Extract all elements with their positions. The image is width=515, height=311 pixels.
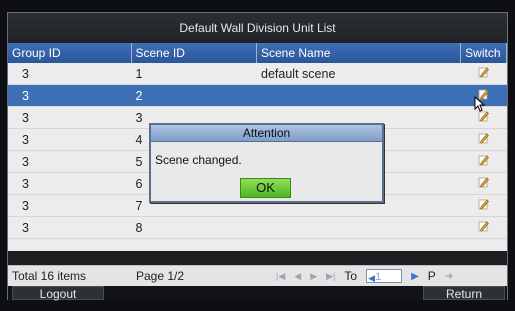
page-indicator: Page 1/2: [136, 269, 185, 283]
switch-cell: [461, 173, 507, 194]
logout-button[interactable]: Logout: [12, 286, 104, 301]
group-id-cell: 3: [22, 89, 29, 103]
switch-cell: [461, 195, 507, 216]
edit-icon[interactable]: [478, 173, 490, 195]
group-id-cell: 3: [22, 133, 29, 147]
panel-title: Default Wall Division Unit List: [8, 13, 507, 44]
switch-cell: [461, 217, 507, 238]
group-id-cell: 3: [22, 221, 29, 235]
switch-cell: [461, 63, 507, 84]
scene-name-cell: [257, 85, 461, 106]
edit-icon[interactable]: [478, 151, 490, 173]
pagination-bar: Total 16 items Page 1/2 |◀ ◀ ▶ ▶| To ◀ 1…: [8, 265, 507, 286]
column-header-scene-name: Scene Name: [257, 43, 462, 63]
scene-id-cell: 8: [135, 221, 143, 235]
pager-controls: |◀ ◀ ▶ ▶| To ◀ 1 ▶ P ➜: [276, 269, 453, 283]
next-page-icon[interactable]: ▶: [310, 271, 317, 282]
decrement-icon[interactable]: ◀: [368, 271, 375, 285]
group-id-cell: 3: [22, 199, 29, 213]
increment-icon[interactable]: ▶: [411, 271, 419, 282]
first-page-icon[interactable]: |◀: [276, 271, 285, 282]
column-header-group-id: Group ID: [8, 43, 132, 63]
dialog-message: Scene changed.: [155, 153, 242, 167]
group-id-cell: 3: [22, 111, 29, 125]
edit-icon[interactable]: [478, 129, 490, 151]
page-number-value: 1: [375, 271, 382, 283]
page-unit-label: P: [427, 269, 436, 283]
edit-icon[interactable]: [478, 63, 490, 85]
group-id-cell: 3: [22, 177, 29, 191]
table-header: Group ID Scene ID Scene Name Switch: [8, 43, 507, 63]
prev-page-icon[interactable]: ◀: [294, 271, 301, 282]
column-header-scene-id: Scene ID: [132, 43, 257, 63]
goto-label: To: [344, 269, 358, 283]
edit-icon[interactable]: [478, 195, 490, 217]
group-id-cell: 3: [22, 155, 29, 169]
dialog-title: Attention: [151, 125, 382, 142]
empty-row: [8, 239, 507, 251]
ok-button[interactable]: OK: [240, 178, 291, 198]
switch-cell: [461, 129, 507, 150]
group-id-cell: 3: [22, 67, 29, 81]
switch-cell: [461, 151, 507, 172]
page-number-input[interactable]: ◀ 1: [366, 269, 403, 285]
scene-name-cell: [257, 217, 461, 238]
column-header-switch: Switch: [461, 43, 507, 63]
last-page-icon[interactable]: ▶|: [326, 271, 335, 282]
scene-name-cell: default scene: [261, 67, 336, 81]
go-arrow-icon[interactable]: ➜: [445, 271, 453, 282]
scene-id-cell: 1: [135, 67, 143, 81]
bottom-toolbar: Logout Return: [8, 286, 507, 301]
attention-dialog: Attention Scene changed. OK: [149, 123, 384, 203]
edit-icon[interactable]: [478, 217, 490, 239]
mouse-cursor-icon: [474, 96, 486, 112]
table-row[interactable]: 38: [8, 217, 507, 239]
return-button[interactable]: Return: [423, 286, 505, 301]
total-items-label: Total 16 items: [12, 269, 87, 283]
table-row[interactable]: 3 1 default scene: [8, 63, 507, 85]
scene-id-cell: 2: [135, 89, 143, 103]
table-row[interactable]: 32: [8, 85, 507, 107]
